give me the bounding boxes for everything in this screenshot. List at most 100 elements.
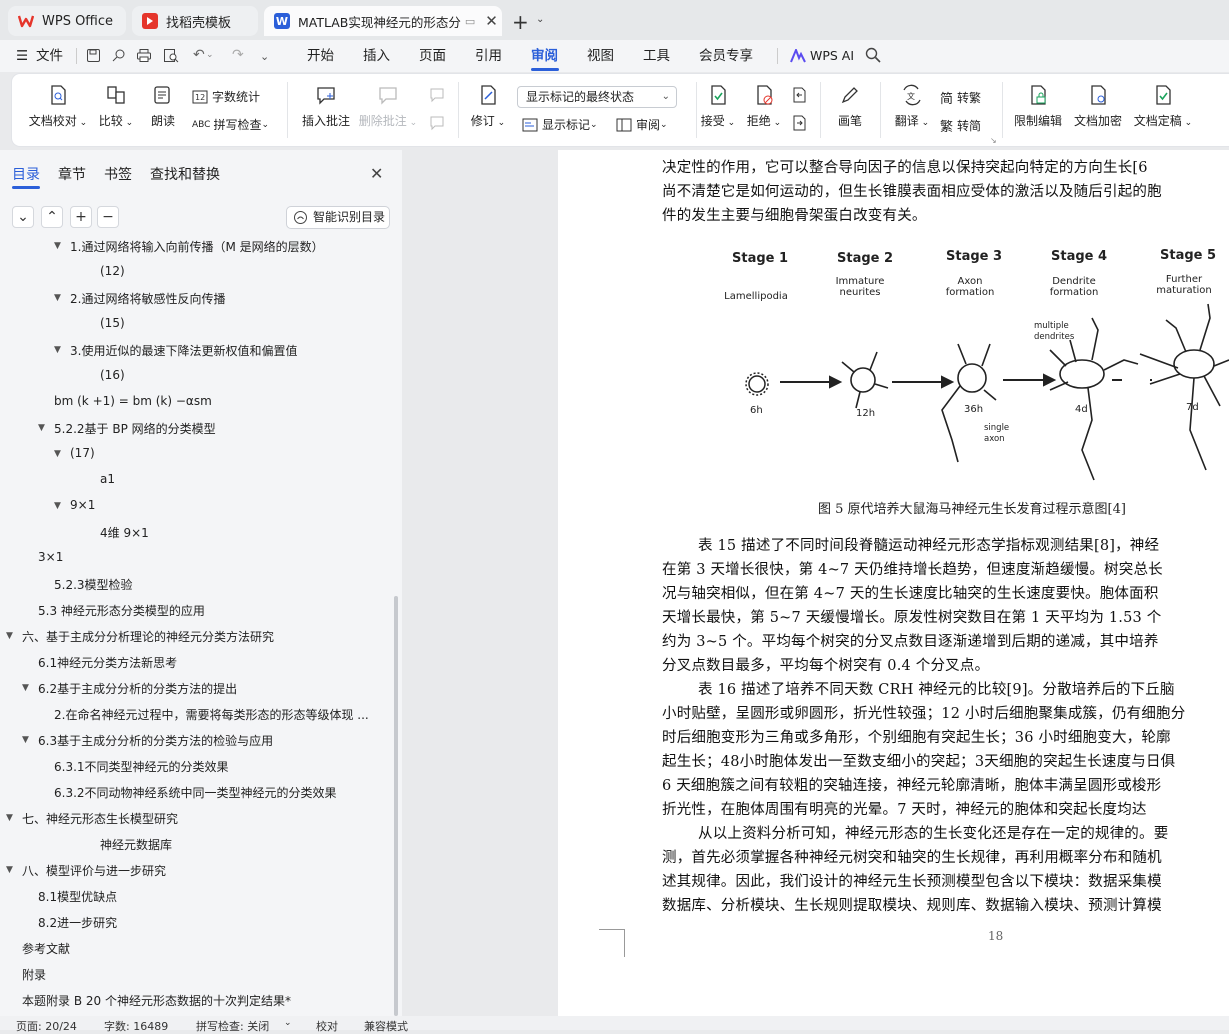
toc-item[interactable]: 1.通过网络将输入向前传播（M 是网络的层数） (70, 238, 324, 255)
to-traditional-button[interactable]: 简 转繁 (940, 88, 981, 107)
read-aloud-button[interactable]: 朗读 (146, 84, 180, 129)
doc-encrypt-button[interactable]: 文档加密 (1072, 84, 1124, 129)
expand-toggle-icon[interactable]: ▼ (22, 735, 29, 745)
search-icon[interactable] (865, 47, 881, 67)
undo-icon[interactable]: ↶ (193, 47, 205, 63)
expand-toggle-icon[interactable]: ▼ (54, 293, 61, 303)
next-comment-icon[interactable] (428, 114, 446, 136)
toc-item[interactable]: bm (k +1) = bm (k) −αsm (54, 394, 212, 408)
menu-tools[interactable]: 工具 (643, 40, 670, 72)
toc-item[interactable]: 5.2.3模型检验 (54, 576, 133, 593)
toc-item[interactable]: (12) (100, 264, 125, 278)
expand-toggle-icon[interactable]: ▼ (54, 241, 61, 251)
toc-item[interactable]: 5.3 神经元形态分类模型的应用 (38, 602, 205, 619)
menu-view[interactable]: 视图 (587, 40, 614, 72)
expand-toggle-icon[interactable]: ▼ (54, 501, 61, 511)
toc-item[interactable]: (17) (70, 446, 95, 460)
doc-final-button[interactable]: 文档定稿 ⌄ (1132, 84, 1194, 129)
toc-item[interactable]: 神经元数据库 (100, 836, 172, 853)
spell-check-indicator[interactable]: 拼写检查: 关闭 (196, 1018, 269, 1034)
toc-item[interactable]: 6.3.1不同类型神经元的分类效果 (54, 758, 229, 775)
page-indicator[interactable]: 页面: 20/24 (16, 1018, 77, 1034)
toc-item[interactable]: 9×1 (70, 498, 95, 512)
toc-scrollbar[interactable] (394, 596, 398, 1016)
tab-find-replace[interactable]: 查找和替换 (150, 164, 220, 184)
toc-item[interactable]: 参考文献 (22, 940, 70, 957)
toc-item[interactable]: 2.在命名神经元过程中，需要将每类形态的形态等级体现 ... (54, 706, 369, 723)
tab-toc[interactable]: 目录 (12, 164, 40, 184)
redo-icon[interactable]: ↷ (232, 47, 244, 63)
toc-item[interactable]: 4维 9×1 (100, 524, 149, 541)
delete-comment-button[interactable]: 删除批注 ⌄ (358, 84, 418, 129)
save-icon[interactable] (86, 48, 101, 67)
toc-item[interactable]: (16) (100, 368, 125, 382)
dialog-launcher-icon[interactable]: ↘ (990, 136, 997, 145)
tab-sections[interactable]: 章节 (58, 164, 86, 184)
print-preview-icon[interactable] (163, 48, 179, 67)
menu-membership[interactable]: 会员专享 (699, 40, 753, 72)
brush-button[interactable]: 画笔 (832, 84, 868, 129)
smart-toc-button[interactable]: 智能识别目录 (286, 206, 390, 229)
insert-comment-button[interactable]: 插入批注 (300, 84, 352, 129)
toc-item[interactable]: 八、模型评价与进一步研究 (22, 862, 166, 879)
menu-page[interactable]: 页面 (419, 40, 446, 72)
expand-toggle-icon[interactable]: ▼ (38, 423, 45, 433)
menu-wps-ai[interactable]: WPS AI (810, 40, 854, 72)
to-simplified-button[interactable]: 繁 转简 (940, 116, 981, 135)
expand-toggle-icon[interactable]: ▼ (54, 345, 61, 355)
chevron-down-icon[interactable]: ⌄ (206, 50, 214, 60)
toc-item[interactable]: 2.通过网络将敏感性反向传播 (70, 290, 225, 307)
close-icon[interactable]: ✕ (370, 164, 383, 183)
more-chevron-icon[interactable]: ⌄ (260, 50, 269, 63)
review-pane-button[interactable]: 审阅 ⌄ (616, 116, 668, 133)
next-change-icon[interactable] (790, 114, 808, 136)
previous-comment-icon[interactable] (428, 86, 446, 108)
toc-item[interactable]: 七、神经元形态生长模型研究 (22, 810, 178, 827)
menu-home[interactable]: 开始 (307, 40, 334, 72)
toc-item[interactable]: 本题附录 B 20 个神经元形态数据的十次判定结果* (22, 992, 291, 1009)
tab-bookmarks[interactable]: 书签 (104, 164, 132, 184)
add-heading-button[interactable]: + (70, 206, 92, 228)
chevron-down-icon[interactable]: ⌄ (284, 1018, 292, 1028)
toc-item[interactable]: 附录 (22, 966, 46, 983)
collapse-down-button[interactable]: ⌄ (12, 206, 34, 228)
toc-item[interactable]: 8.2进一步研究 (38, 914, 117, 931)
toc-item[interactable]: 6.1神经元分类方法新思考 (38, 654, 177, 671)
hamburger-icon[interactable]: ☰ (16, 40, 28, 72)
expand-up-button[interactable]: ⌃ (41, 206, 63, 228)
word-count-indicator[interactable]: 字数: 16489 (104, 1018, 168, 1034)
toc-item[interactable]: (15) (100, 316, 125, 330)
menu-insert[interactable]: 插入 (363, 40, 390, 72)
expand-toggle-icon[interactable]: ▼ (54, 449, 61, 459)
remove-heading-button[interactable]: − (97, 206, 119, 228)
toc-item[interactable]: 6.3.2不同动物神经系统中同一类型神经元的分类效果 (54, 784, 337, 801)
expand-toggle-icon[interactable]: ▼ (6, 813, 13, 823)
close-icon[interactable]: ✕ (485, 12, 498, 30)
compare-button[interactable]: 比较 ⌄ (96, 84, 136, 129)
new-tab-icon[interactable]: + (512, 10, 529, 34)
spell-check-button[interactable]: ABC 拼写检查 ⌄ (192, 116, 269, 133)
toc-item[interactable]: 6.3基于主成分分析的分类方法的检验与应用 (38, 732, 273, 749)
print-icon[interactable] (136, 48, 152, 67)
translate-button[interactable]: 文 翻译 ⌄ (892, 84, 932, 129)
tab-wps-office[interactable]: WPS Office (8, 6, 126, 36)
expand-toggle-icon[interactable]: ▼ (22, 683, 29, 693)
reject-button[interactable]: 拒绝 ⌄ (744, 84, 784, 129)
menu-file[interactable]: 文件 (36, 40, 63, 72)
restrict-edit-button[interactable]: 限制编辑 (1012, 84, 1064, 129)
monitor-icon[interactable]: ▭ (465, 15, 475, 28)
chevron-down-icon[interactable]: ⌄ (536, 14, 544, 25)
toc-item[interactable]: a1 (100, 472, 115, 486)
tab-docer-templates[interactable]: 找稻壳模板 (132, 6, 258, 36)
show-markup-button[interactable]: 显示标记 ⌄ (522, 116, 598, 133)
toc-item[interactable]: 5.2.2基于 BP 网络的分类模型 (54, 420, 216, 437)
toc-item[interactable]: 8.1模型优缺点 (38, 888, 117, 905)
doc-check-button[interactable]: 文档校对 ⌄ (28, 84, 88, 129)
menu-references[interactable]: 引用 (475, 40, 502, 72)
revise-button[interactable]: 修订 ⌄ (468, 84, 508, 129)
markup-mode-select[interactable]: 显示标记的最终状态 ⌄ (517, 86, 677, 108)
word-count-button[interactable]: 12 字数统计 (192, 88, 260, 105)
toc-item[interactable]: 6.2基于主成分分析的分类方法的提出 (38, 680, 237, 697)
previous-change-icon[interactable] (790, 86, 808, 108)
expand-toggle-icon[interactable]: ▼ (6, 631, 13, 641)
